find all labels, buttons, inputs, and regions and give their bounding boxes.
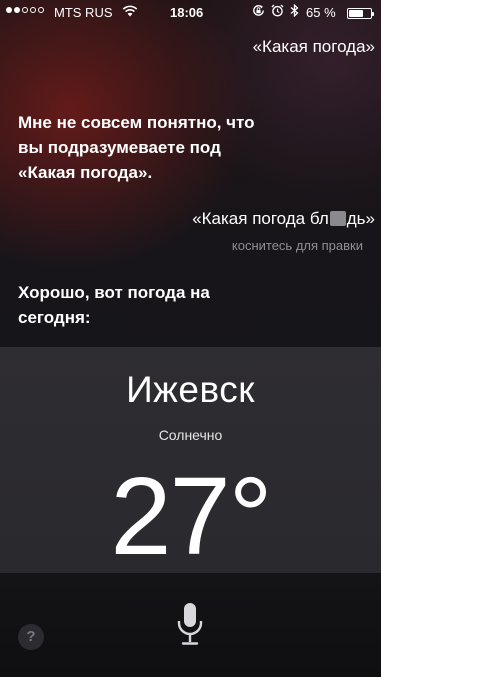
carrier-name: MTS RUS	[54, 5, 113, 20]
siri-reply-2-line: сегодня:	[18, 308, 91, 327]
siri-reply-1: Мне не совсем понятно, что вы подразумев…	[18, 110, 308, 185]
wifi-icon	[122, 5, 138, 20]
weather-condition: Солнечно	[158, 427, 223, 443]
signal-strength-icon	[6, 7, 44, 13]
orientation-lock-icon	[252, 4, 265, 20]
siri-reply-1-line: «Какая погода».	[18, 163, 153, 182]
battery-fill	[349, 10, 363, 17]
bluetooth-icon	[290, 3, 299, 20]
censor-block	[329, 211, 346, 226]
siri-reply-1-line: вы подразумеваете под	[18, 138, 221, 157]
siri-reply-2-line: Хорошо, вот погода на	[18, 283, 210, 302]
siri-bottom-bar: ?	[0, 573, 381, 677]
user-query-2-text: «Какая погода бл	[192, 209, 329, 228]
siri-reply-2: Хорошо, вот погода на сегодня:	[18, 280, 308, 330]
weather-city: Ижевск	[126, 369, 255, 410]
alarm-icon	[271, 4, 284, 20]
clock: 18:06	[170, 5, 204, 20]
siri-reply-1-line: Мне не совсем понятно, что	[18, 113, 255, 132]
status-bar: MTS RUS 18:06 65 %	[0, 0, 381, 26]
battery-percent: 65 %	[306, 5, 336, 20]
user-query-2[interactable]: «Какая погода бл дь»	[192, 209, 375, 229]
weather-temperature: 27°	[110, 455, 272, 578]
siri-screen: MTS RUS 18:06 65 % «Какая погода» Мне не…	[0, 0, 381, 677]
weather-card[interactable]: Ижевск Солнечно 27°	[0, 347, 381, 577]
user-query-2-text: дь»	[346, 209, 375, 228]
battery-icon	[347, 8, 374, 19]
user-query-1[interactable]: «Какая погода»	[253, 37, 375, 57]
help-button[interactable]: ?	[18, 624, 44, 650]
tap-to-edit-hint[interactable]: коснитесь для правки	[232, 238, 363, 253]
microphone-icon[interactable]	[176, 601, 204, 649]
